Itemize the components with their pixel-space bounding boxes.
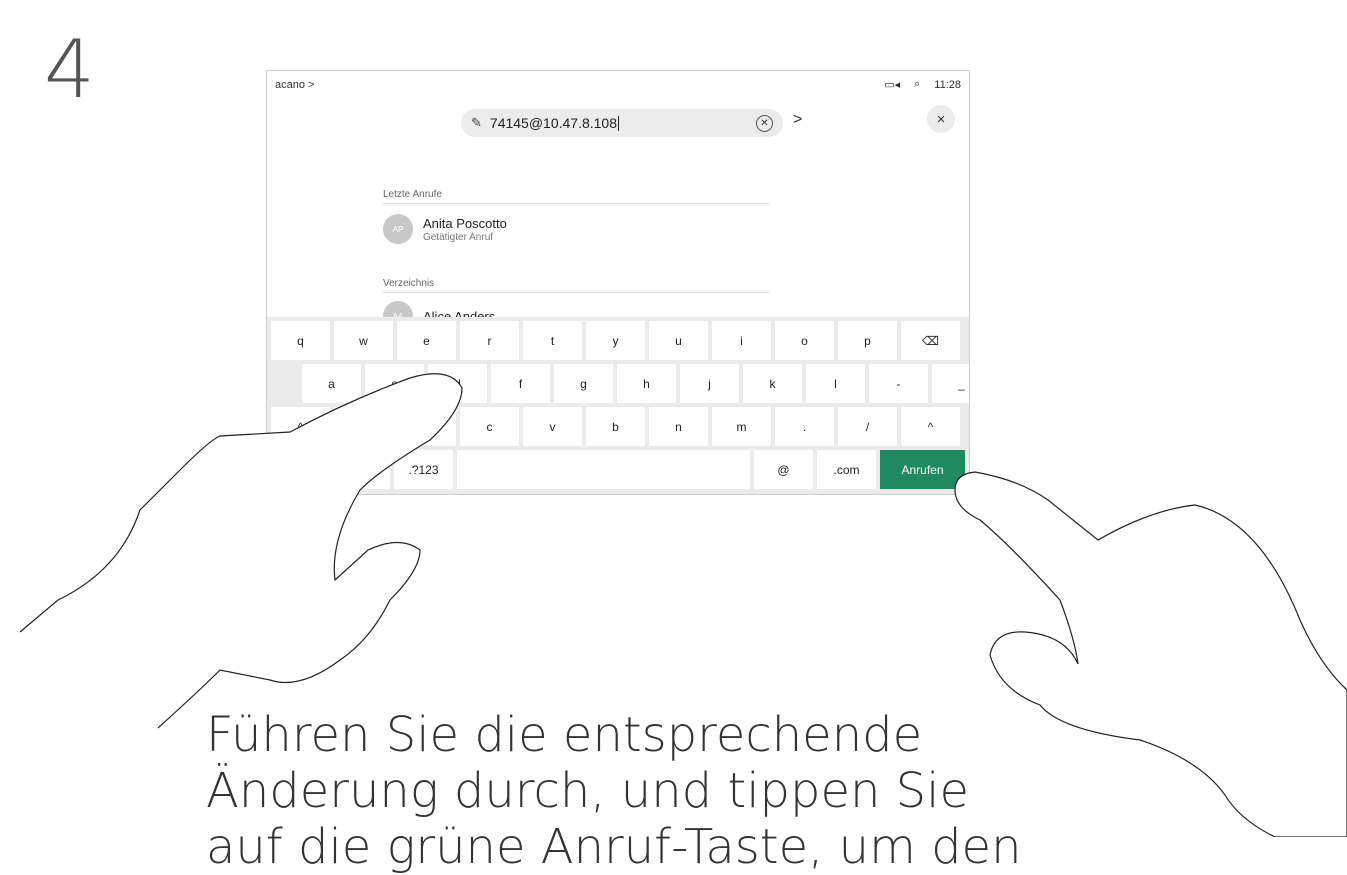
key-k[interactable]: k <box>743 364 802 403</box>
key-.[interactable]: . <box>775 407 834 446</box>
key-symbols[interactable]: .?123 <box>394 450 453 489</box>
step-number: 4 <box>44 23 95 116</box>
key-r[interactable]: r <box>460 321 519 360</box>
key--[interactable]: - <box>869 364 928 403</box>
key-c[interactable]: c <box>460 407 519 446</box>
clock: 11:28 <box>934 78 961 91</box>
key-p[interactable]: p <box>838 321 897 360</box>
key-com[interactable]: .com <box>817 450 876 489</box>
key-z[interactable]: z <box>334 407 393 446</box>
key-w[interactable]: w <box>334 321 393 360</box>
avatar: AP <box>383 214 413 244</box>
clear-icon[interactable]: ✕ <box>756 114 773 132</box>
go-button[interactable]: > <box>793 111 802 129</box>
device-screen: acano > ▭◂ ⌕ 11:28 ✎ 74145@10.47.8.108 ✕… <box>266 70 970 495</box>
key-f[interactable]: f <box>491 364 550 403</box>
key-/[interactable]: / <box>838 407 897 446</box>
key-m[interactable]: m <box>712 407 771 446</box>
contact-detail: Getätigter Anruf <box>423 231 494 243</box>
caption-line: auf die grüne Anruf-Taste, um den <box>206 819 1022 875</box>
close-button[interactable]: × <box>927 105 955 133</box>
brand-breadcrumb[interactable]: acano > <box>275 79 314 91</box>
mic-icon: ⌕ <box>914 78 921 90</box>
on-screen-keyboard: q w e r t y u i o p ⌫ a s d f g h j k l - _ ^ z x c v b n m. / ^ abc .?… <box>267 317 969 494</box>
key-e[interactable]: e <box>397 321 456 360</box>
key-l[interactable]: l <box>806 364 865 403</box>
key-space[interactable] <box>457 450 750 489</box>
key-s[interactable]: s <box>365 364 424 403</box>
search-value[interactable]: 74145@10.47.8.108 <box>490 115 756 132</box>
key-g[interactable]: g <box>554 364 613 403</box>
key-_[interactable]: _ <box>932 364 969 403</box>
key-abc[interactable]: abc <box>271 450 390 489</box>
key-b[interactable]: b <box>586 407 645 446</box>
status-bar: ▭◂ ⌕ 11:28 <box>884 78 961 91</box>
key-h[interactable]: h <box>617 364 676 403</box>
key-x[interactable]: x <box>397 407 456 446</box>
key-o[interactable]: o <box>775 321 834 360</box>
key-u[interactable]: u <box>649 321 708 360</box>
key-d[interactable]: d <box>428 364 487 403</box>
recent-call-item[interactable]: AP Anita Poscotto Getätigter Anruf <box>383 214 507 244</box>
key-shift[interactable]: ^ <box>271 407 330 446</box>
key-q[interactable]: q <box>271 321 330 360</box>
key-y[interactable]: y <box>586 321 645 360</box>
search-input[interactable]: ✎ 74145@10.47.8.108 ✕ <box>461 109 783 137</box>
key-i[interactable]: i <box>712 321 771 360</box>
key-shift[interactable]: ^ <box>901 407 960 446</box>
recent-calls-header: Letzte Anrufe <box>383 189 769 204</box>
key-j[interactable]: j <box>680 364 739 403</box>
key-a[interactable]: a <box>302 364 361 403</box>
key-t[interactable]: t <box>523 321 582 360</box>
caption-line: Führen Sie die entsprechende <box>206 707 923 763</box>
caption-line: Änderung durch, und tippen Sie <box>206 763 970 819</box>
instruction-caption: Führen Sie die entsprechende Änderung du… <box>206 707 1106 875</box>
key-v[interactable]: v <box>523 407 582 446</box>
directory-header: Verzeichnis <box>383 278 769 293</box>
contact-name: Anita Poscotto <box>423 215 507 231</box>
call-button[interactable]: Anrufen <box>880 450 965 489</box>
key-at[interactable]: @ <box>754 450 813 489</box>
pencil-icon: ✎ <box>471 115 482 130</box>
key-n[interactable]: n <box>649 407 708 446</box>
key-backspace[interactable]: ⌫ <box>901 321 960 360</box>
camera-icon: ▭◂ <box>884 79 901 91</box>
